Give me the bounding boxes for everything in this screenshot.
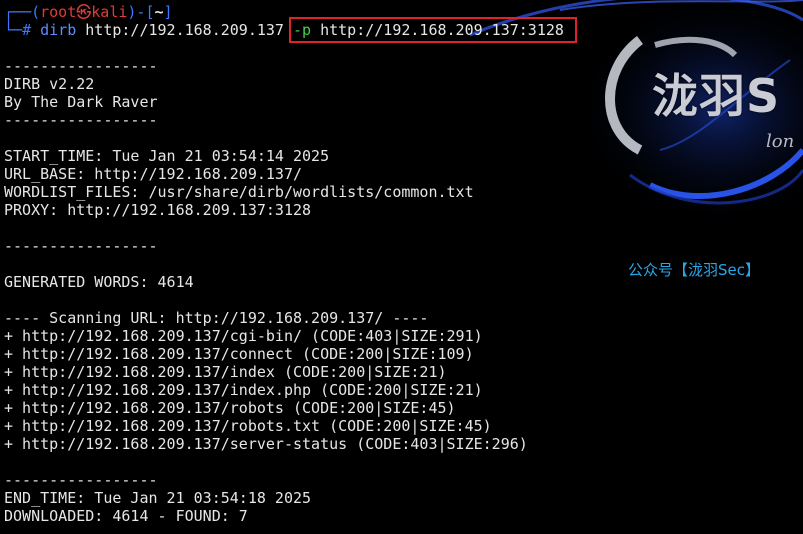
downloaded-text: DOWNLOADED: 4614 - FOUND: 7 (4, 507, 248, 525)
prompt-user: root (40, 3, 77, 21)
result-line: + http://192.168.209.137/cgi-bin/ (CODE:… (4, 327, 483, 345)
command-flag: -p (293, 21, 312, 39)
command-arg-target: http://192.168.209.137 (76, 21, 293, 39)
version-text: DIRB v2.22 (4, 75, 95, 93)
result-line: + http://192.168.209.137/server-status (… (4, 435, 528, 453)
result-line: + http://192.168.209.137/index (CODE:200… (4, 363, 447, 381)
command-name: dirb (40, 21, 77, 39)
separator: ----------------- (4, 471, 158, 489)
prompt-dir: ~ (154, 3, 164, 21)
url-base-text: URL_BASE: http://192.168.209.137/ (4, 165, 303, 183)
author-text: By The Dark Raver (4, 93, 158, 111)
start-time-text: START_TIME: Tue Jan 21 03:54:14 2025 (4, 147, 330, 165)
prompt-corner-bottom: └─ (4, 21, 23, 39)
terminal-output[interactable]: ┌──(root㉿kali)-[~] └─# dirb http://192.1… (4, 3, 803, 525)
prompt-corner-top: ┌──( (4, 3, 41, 21)
result-line: + http://192.168.209.137/robots.txt (COD… (4, 417, 492, 435)
proxy-option-highlight: -p http://192.168.209.137:3128 (289, 17, 577, 43)
result-line: + http://192.168.209.137/robots (CODE:20… (4, 399, 456, 417)
scanning-url-text: ---- Scanning URL: http://192.168.209.13… (4, 309, 429, 327)
result-line: + http://192.168.209.137/connect (CODE:2… (4, 345, 474, 363)
separator: ----------------- (4, 111, 158, 129)
end-time-text: END_TIME: Tue Jan 21 03:54:18 2025 (4, 489, 312, 507)
skull-icon: ㉿ (76, 3, 92, 21)
wordlist-text: WORDLIST_FILES: /usr/share/dirb/wordlist… (4, 183, 474, 201)
command-arg-proxy: http://192.168.209.137:3128 (311, 21, 573, 39)
proxy-text: PROXY: http://192.168.209.137:3128 (4, 201, 312, 219)
prompt-mid: )-[ (127, 3, 155, 21)
command-line[interactable]: └─# dirb http://192.168.209.137 -p http:… (4, 17, 803, 43)
prompt-host: kali (91, 3, 128, 21)
prompt-end: ] (163, 3, 173, 21)
generated-words-text: GENERATED WORDS: 4614 (4, 273, 194, 291)
separator: ----------------- (4, 57, 158, 75)
separator: ----------------- (4, 237, 158, 255)
result-line: + http://192.168.209.137/index.php (CODE… (4, 381, 483, 399)
prompt-hash: # (22, 21, 41, 39)
prompt-line-top: ┌──(root㉿kali)-[~] (4, 3, 803, 21)
